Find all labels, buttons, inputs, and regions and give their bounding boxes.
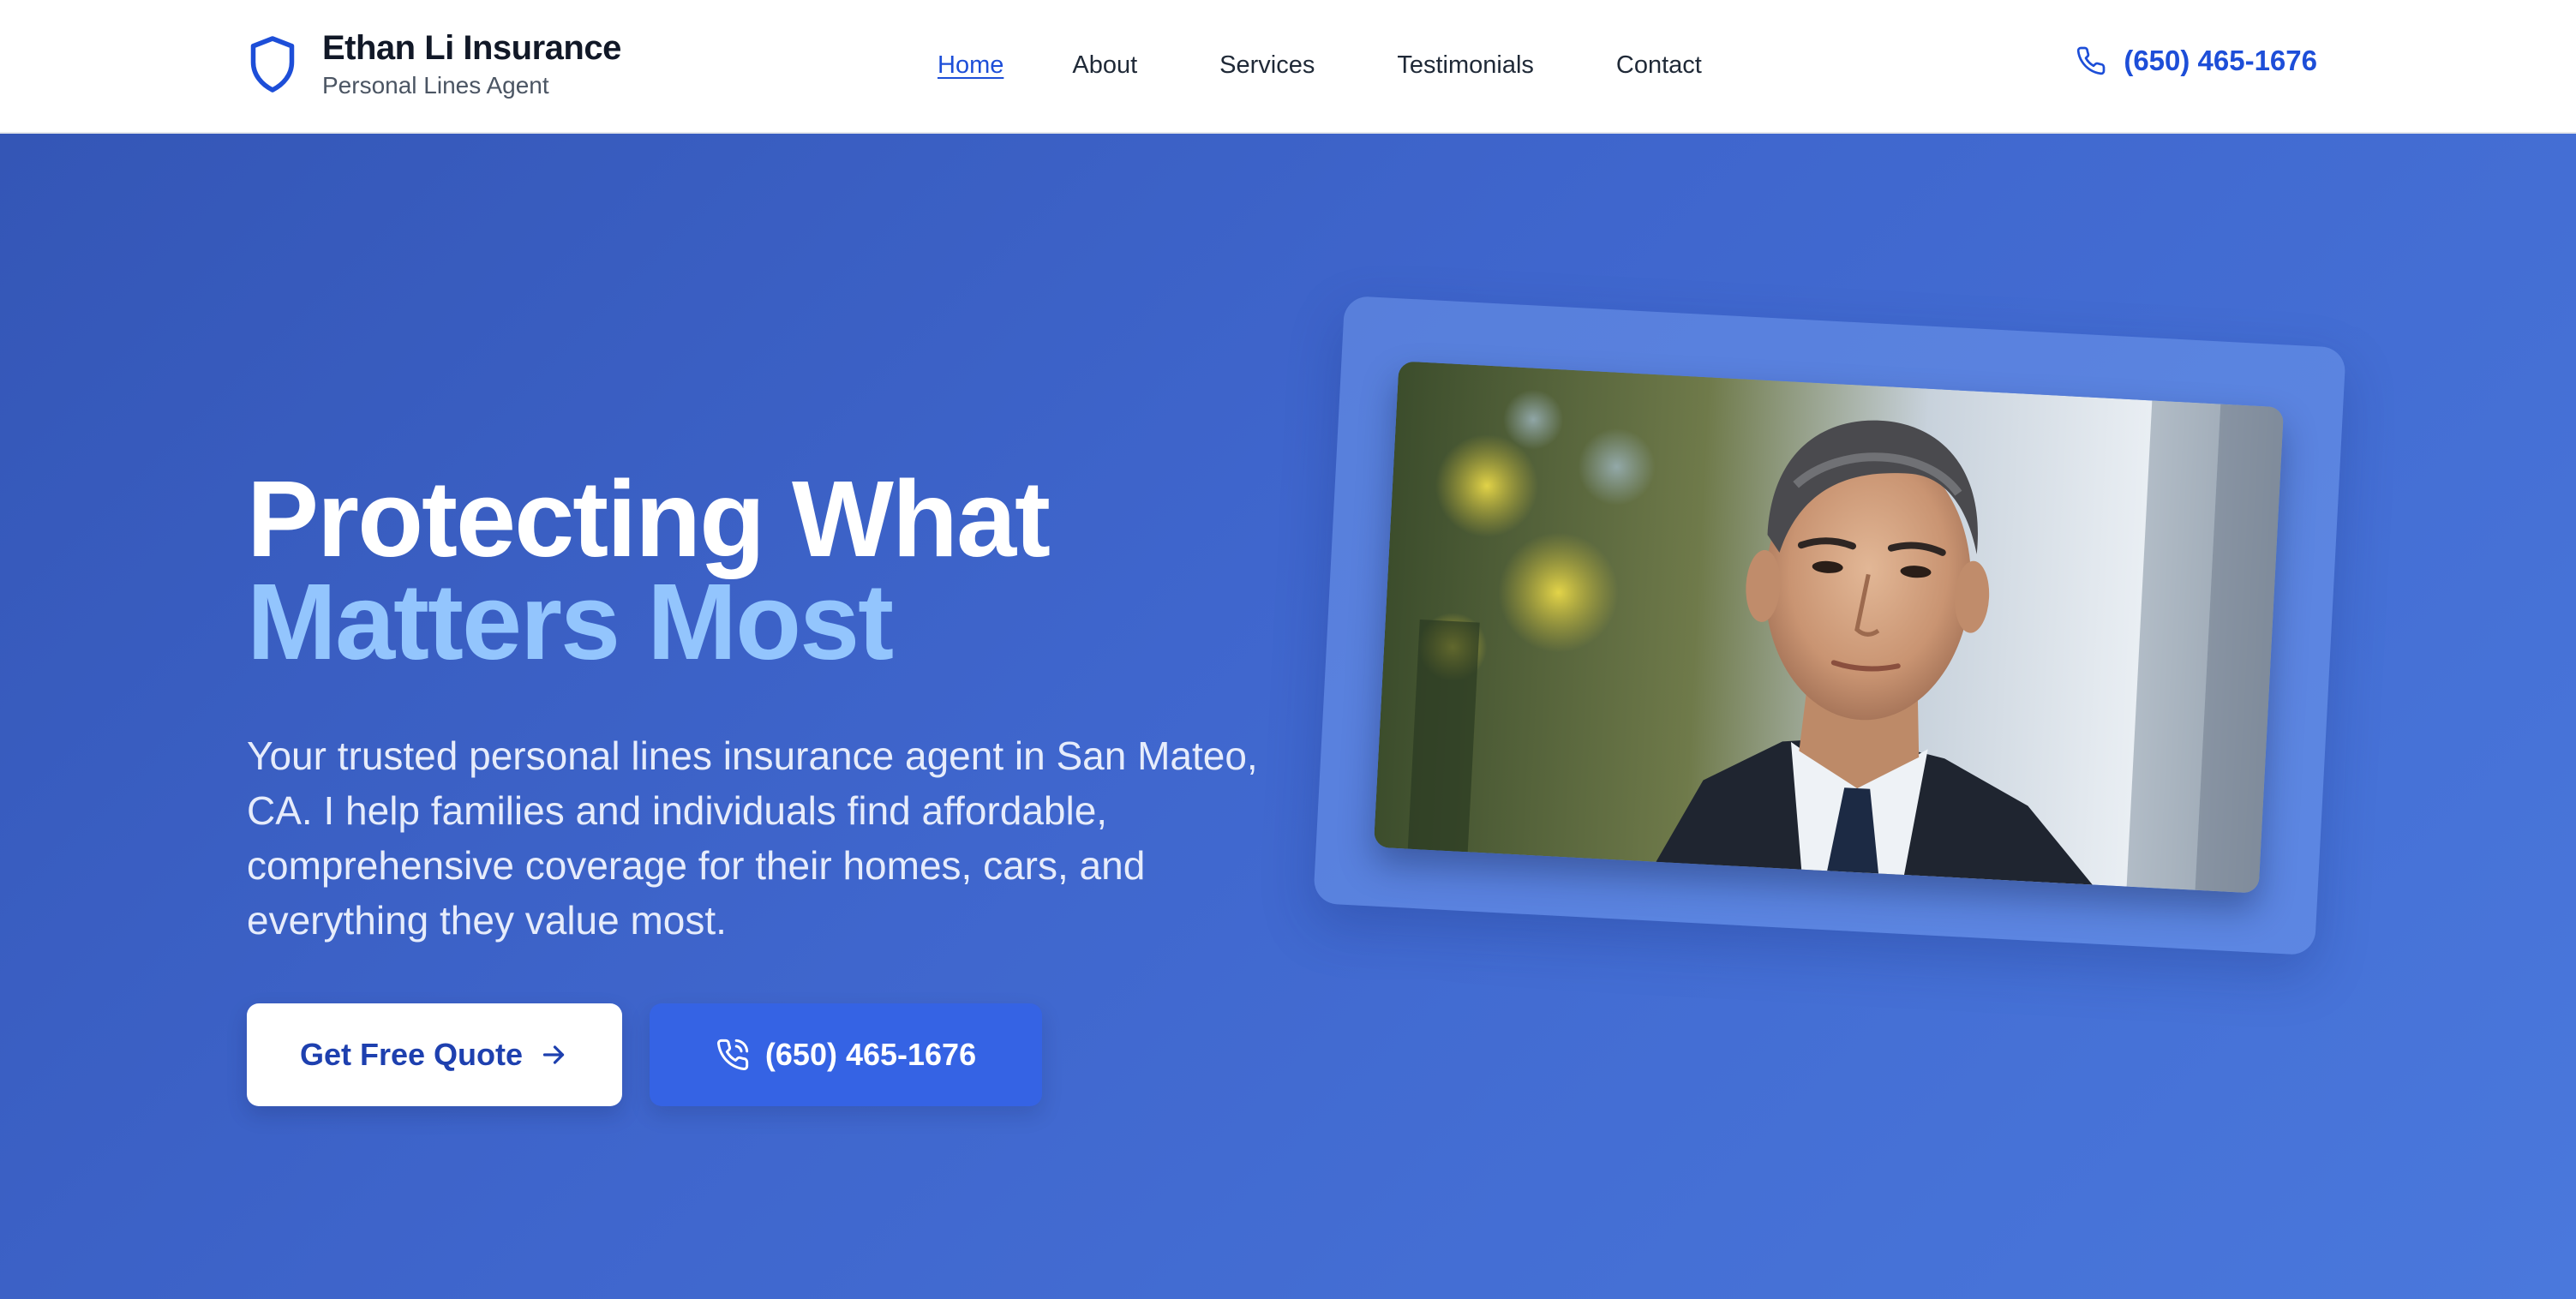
brand-name: Ethan Li Insurance <box>322 29 621 67</box>
call-phone-label: (650) 465-1676 <box>764 1037 977 1072</box>
hero-cta-row: Get Free Quote (650) 465-1676 <box>247 1003 1042 1106</box>
arrow-right-icon <box>542 1045 565 1064</box>
header-phone-link[interactable]: (650) 465-1676 <box>2076 45 2317 77</box>
call-phone-button[interactable]: (650) 465-1676 <box>650 1003 1042 1106</box>
hero-description: Your trusted personal lines insurance ag… <box>247 733 1258 943</box>
nav-about[interactable]: About <box>1072 48 1137 82</box>
nav-testimonials[interactable]: Testimonials <box>1397 48 1534 82</box>
hero-headline: Protecting What Matters Most <box>247 458 1275 682</box>
agent-portrait <box>1373 361 2285 894</box>
site-header: Ethan Li Insurance Personal Lines Agent … <box>0 0 2576 134</box>
header-phone-number: (650) 465-1676 <box>2124 45 2317 76</box>
headline-line-1: Protecting What <box>247 458 1051 579</box>
brand-logo[interactable]: Ethan Li Insurance Personal Lines Agent <box>247 27 621 101</box>
main-nav: Home About Services Testimonials Contact <box>938 48 1702 82</box>
phone-call-icon <box>716 1039 749 1070</box>
nav-services[interactable]: Services <box>1219 48 1315 82</box>
brand-subtitle: Personal Lines Agent <box>322 72 549 99</box>
hero-copy: Protecting What Matters Most Your truste… <box>247 458 1275 948</box>
nav-contact[interactable]: Contact <box>1616 48 1702 82</box>
get-free-quote-button[interactable]: Get Free Quote <box>247 1003 622 1106</box>
get-free-quote-label: Get Free Quote <box>299 1037 524 1072</box>
headline-line-2: Matters Most <box>247 561 894 682</box>
phone-icon <box>2077 46 2106 75</box>
nav-home[interactable]: Home <box>938 48 1003 82</box>
shield-icon <box>250 36 295 93</box>
